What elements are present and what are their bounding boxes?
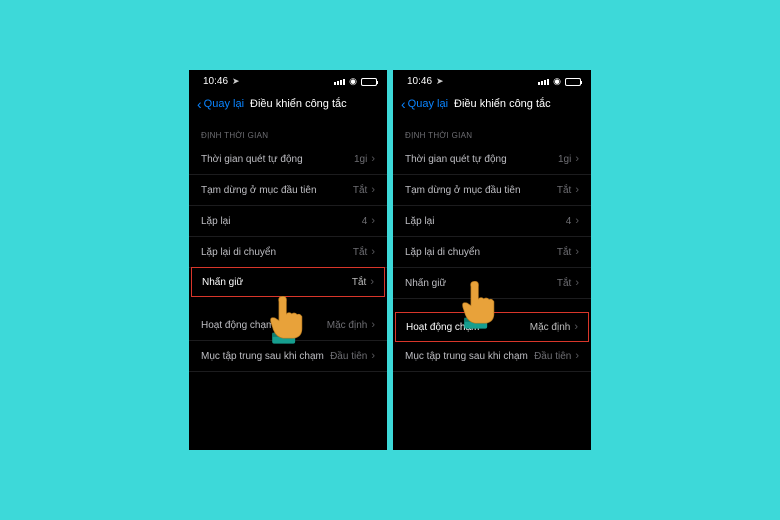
row-label: Hoạt động chạm [406, 322, 479, 333]
row-press-hold[interactable]: Nhấn giữ Tắt › [393, 268, 591, 299]
cellular-icon [538, 79, 549, 85]
chevron-right-icon: › [575, 277, 579, 289]
row-focus-after-tap[interactable]: Mục tập trung sau khi chạm Đầu tiên › [393, 341, 591, 372]
row-repeat-move[interactable]: Lặp lại di chuyển Tắt › [393, 237, 591, 268]
row-pause-first[interactable]: Tạm dừng ở mục đầu tiên Tắt › [393, 175, 591, 206]
row-focus-after-tap[interactable]: Mục tập trung sau khi chạm Đầu tiên › [189, 341, 387, 372]
location-icon: ➤ [232, 76, 240, 87]
row-repeat[interactable]: Lặp lại 4› [393, 206, 591, 237]
row-value: Mặc định [327, 320, 368, 331]
row-label: Lặp lại [405, 216, 434, 227]
row-press-hold[interactable]: Nhấn giữ Tắt › [191, 267, 385, 297]
chevron-right-icon: › [371, 350, 375, 362]
chevron-left-icon: ‹ [197, 97, 202, 111]
status-time: 10:46 [203, 76, 228, 87]
chevron-right-icon: › [371, 184, 375, 196]
status-time: 10:46 [407, 76, 432, 87]
row-pause-first[interactable]: Tạm dừng ở mục đầu tiên Tắt › [189, 175, 387, 206]
chevron-right-icon: › [370, 276, 374, 288]
back-label: Quay lại [204, 98, 244, 110]
row-value: Tắt [557, 247, 571, 258]
row-value: Mặc định [530, 322, 571, 333]
row-label: Hoạt động chạm [201, 320, 274, 331]
chevron-right-icon: › [575, 184, 579, 196]
page-title: Điều khiển công tắc [454, 98, 551, 110]
chevron-right-icon: › [371, 246, 375, 258]
wifi-icon: ◉ [553, 76, 561, 87]
row-value: Tắt [353, 247, 367, 258]
row-auto-scan[interactable]: Thời gian quét tự động 1gi › [393, 144, 591, 175]
row-repeat-move[interactable]: Lặp lại di chuyển Tắt › [189, 237, 387, 268]
battery-icon [361, 78, 377, 86]
row-tap-behavior[interactable]: Hoạt động chạm Mặc định› [395, 312, 589, 342]
location-icon: ➤ [436, 76, 444, 87]
cellular-icon [334, 79, 345, 85]
chevron-right-icon: › [575, 246, 579, 258]
status-bar: 10:46 ➤ ◉ [393, 70, 591, 91]
row-value: 1gi [354, 154, 367, 165]
row-label: Lặp lại di chuyển [201, 247, 276, 258]
chevron-right-icon: › [575, 350, 579, 362]
row-label: Lặp lại di chuyển [405, 247, 480, 258]
row-value: Tắt [557, 185, 571, 196]
comparison-stage: 10:46 ➤ ◉ ‹ Quay lại Điều khiển công tắc… [189, 70, 591, 450]
row-auto-scan[interactable]: Thời gian quét tự động 1gi › [189, 144, 387, 175]
battery-icon [565, 78, 581, 86]
row-value: Tắt [557, 278, 571, 289]
back-label: Quay lại [408, 98, 448, 110]
row-label: Tạm dừng ở mục đầu tiên [201, 185, 317, 196]
chevron-right-icon: › [575, 215, 579, 227]
row-value: Đầu tiên [534, 351, 571, 362]
row-value: 4 [362, 216, 368, 227]
row-label: Lặp lại [201, 216, 230, 227]
chevron-right-icon: › [371, 153, 375, 165]
row-repeat[interactable]: Lặp lại 4› [189, 206, 387, 237]
nav-bar: ‹ Quay lại Điều khiển công tắc [393, 91, 591, 121]
status-bar: 10:46 ➤ ◉ [189, 70, 387, 91]
row-value: Đầu tiên [330, 351, 367, 362]
row-value: 4 [566, 216, 572, 227]
row-label: Mục tập trung sau khi chạm [405, 351, 528, 362]
row-label: Nhấn giữ [405, 278, 446, 289]
chevron-left-icon: ‹ [401, 97, 406, 111]
page-title: Điều khiển công tắc [250, 98, 347, 110]
row-label: Nhấn giữ [202, 277, 243, 288]
back-button[interactable]: ‹ Quay lại [401, 97, 448, 111]
row-label: Thời gian quét tự động [405, 154, 507, 165]
phone-right: 10:46 ➤ ◉ ‹ Quay lại Điều khiển công tắc… [393, 70, 591, 450]
wifi-icon: ◉ [349, 76, 357, 87]
chevron-right-icon: › [371, 215, 375, 227]
back-button[interactable]: ‹ Quay lại [197, 97, 244, 111]
section-header-timing: ĐỊNH THỜI GIAN [393, 121, 591, 144]
chevron-right-icon: › [574, 321, 578, 333]
row-value: 1gi [558, 154, 571, 165]
row-label: Thời gian quét tự động [201, 154, 303, 165]
row-value: Tắt [352, 277, 366, 288]
row-tap-behavior[interactable]: Hoạt động chạm Mặc định› [189, 310, 387, 341]
row-value: Tắt [353, 185, 367, 196]
row-label: Tạm dừng ở mục đầu tiên [405, 185, 521, 196]
chevron-right-icon: › [575, 153, 579, 165]
row-label: Mục tập trung sau khi chạm [201, 351, 324, 362]
section-header-timing: ĐỊNH THỜI GIAN [189, 121, 387, 144]
nav-bar: ‹ Quay lại Điều khiển công tắc [189, 91, 387, 121]
phone-left: 10:46 ➤ ◉ ‹ Quay lại Điều khiển công tắc… [189, 70, 387, 450]
chevron-right-icon: › [371, 319, 375, 331]
